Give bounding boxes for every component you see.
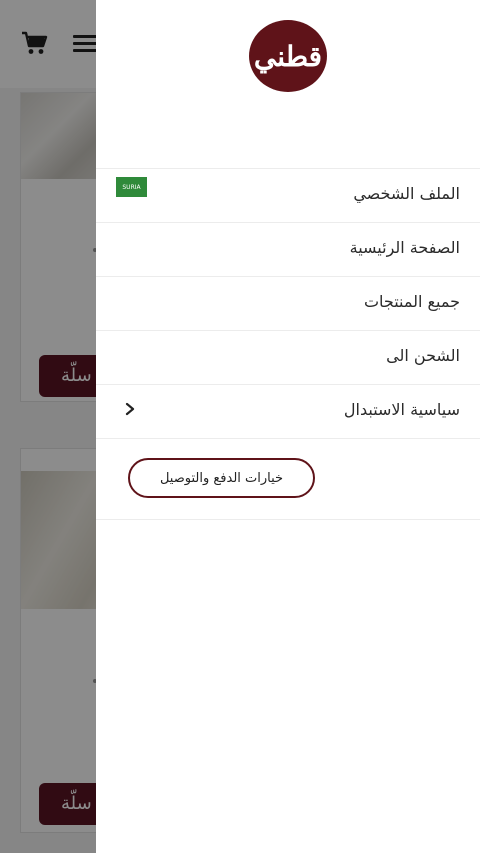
logo-text: قطني (253, 39, 323, 73)
menu-item-profile[interactable]: الملف الشخصي (96, 169, 480, 223)
shipping-country-flag[interactable]: SURIA (116, 177, 147, 197)
menu-item-label: الشحن الى (386, 346, 460, 365)
menu-item-label: سياسية الاستبدال (343, 400, 460, 419)
payment-options-section: خيارات الدفع والتوصيل (96, 438, 480, 520)
chevron-right-icon[interactable] (124, 402, 136, 416)
flag-label: SURIA (122, 183, 141, 191)
menu-item-shipping-to[interactable]: الشحن الى (96, 331, 480, 385)
menu-item-label: جميع المنتجات (363, 292, 460, 311)
payment-delivery-options-button[interactable]: خيارات الدفع والتوصيل (128, 458, 315, 498)
saudi-flag-icon: SURIA (116, 177, 147, 197)
side-drawer: قطني الملف الشخصي الصفحة الرئيسية جميع ا… (96, 0, 480, 853)
brand-logo[interactable]: قطني (249, 20, 327, 92)
menu-item-label: الصفحة الرئيسية (349, 238, 460, 257)
menu-item-home[interactable]: الصفحة الرئيسية (96, 223, 480, 277)
menu-item-exchange-policy[interactable]: سياسية الاستبدال (96, 385, 480, 439)
menu-item-all-products[interactable]: جميع المنتجات (96, 277, 480, 331)
menu-item-label: الملف الشخصي (353, 184, 460, 203)
drawer-menu: الملف الشخصي الصفحة الرئيسية جميع المنتج… (96, 168, 480, 439)
